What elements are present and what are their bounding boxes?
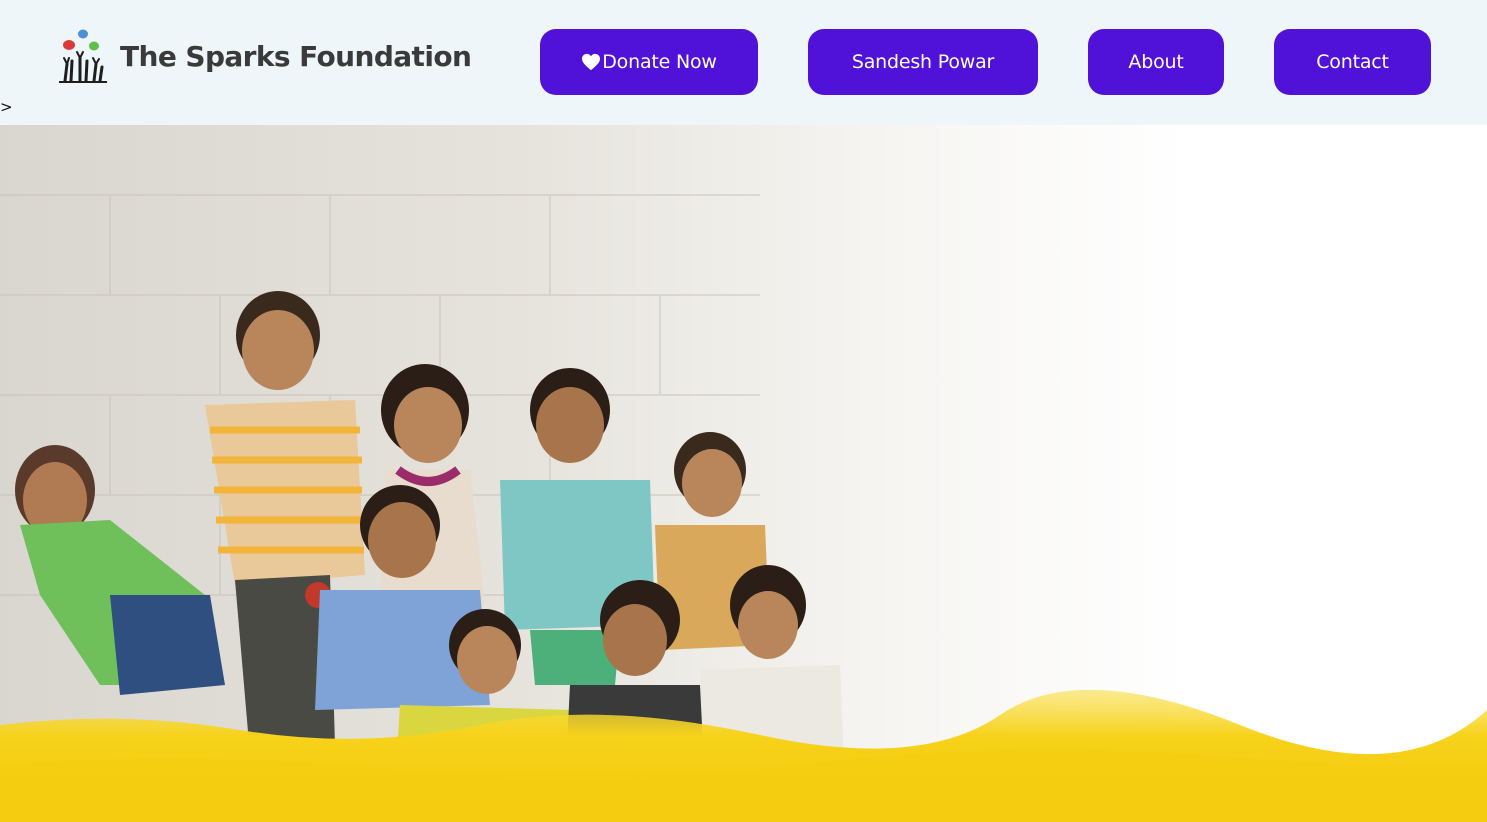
- heart-icon: [582, 53, 601, 71]
- about-button[interactable]: About: [1088, 29, 1224, 95]
- user-profile-button[interactable]: Sandesh Powar: [808, 29, 1038, 95]
- site-header: The Sparks Foundation Donate Now Sandesh…: [0, 0, 1487, 125]
- contact-label: Contact: [1316, 51, 1389, 73]
- hero-banner: [0, 125, 1487, 822]
- donate-now-label: Donate Now: [602, 51, 717, 73]
- brand-name: The Sparks Foundation: [120, 39, 472, 73]
- about-label: About: [1128, 51, 1184, 73]
- user-name-label: Sandesh Powar: [851, 51, 995, 73]
- donate-now-button[interactable]: Donate Now: [540, 29, 758, 95]
- caret-glyph: >: [0, 98, 13, 116]
- brand-link[interactable]: The Sparks Foundation: [56, 28, 472, 84]
- hands-balloons-logo-icon: [59, 29, 107, 83]
- hero-children-photo: [0, 125, 1487, 822]
- contact-button[interactable]: Contact: [1274, 29, 1431, 95]
